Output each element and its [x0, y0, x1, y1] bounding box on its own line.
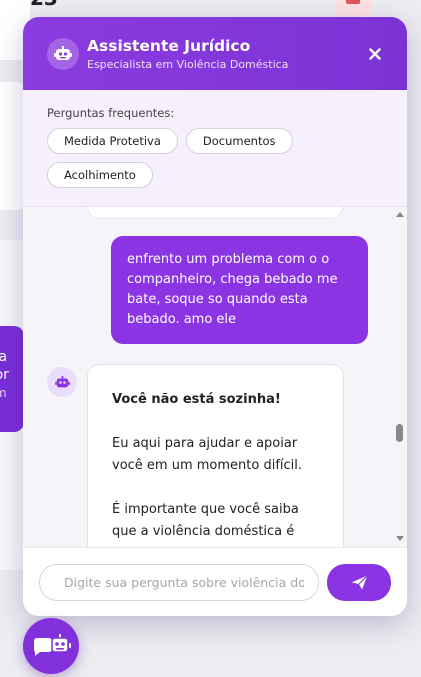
background-card-number: 23 [30, 0, 58, 10]
background-banner-line: crim [0, 386, 7, 400]
faq-chip-acolhimento[interactable]: Acolhimento [47, 162, 153, 188]
background-banner: stra ssor crim [0, 326, 24, 432]
chat-robot-icon [34, 634, 71, 656]
close-button[interactable] [365, 44, 385, 64]
scroll-up-arrow-icon[interactable] [396, 212, 404, 217]
faq-label: Perguntas frequentes: [47, 106, 175, 120]
faq-chip-medida-protetiva[interactable]: Medida Protetiva [47, 128, 178, 154]
robot-icon [47, 37, 79, 70]
send-button[interactable] [327, 563, 391, 601]
message-scrollbar[interactable] [395, 207, 405, 547]
bot-message: Você não está sozinha! Eu aqui para ajud… [87, 364, 344, 547]
bot-message-paragraph: É importante que você saiba que a violên… [112, 502, 299, 547]
user-message: enfrento um problema com o o companheiro… [111, 236, 368, 344]
previous-message-bubble [87, 207, 343, 219]
scroll-down-arrow-icon[interactable] [396, 536, 404, 541]
scroll-thumb[interactable] [396, 424, 403, 442]
message-list[interactable]: enfrento um problema com o o companheiro… [23, 207, 407, 547]
chat-title: Assistente Jurídico [87, 37, 251, 55]
faq-chips: Medida Protetiva Documentos Acolhimento [47, 128, 297, 188]
chat-launcher-button[interactable] [23, 618, 79, 674]
chat-header: Assistente Jurídico Especialista em Viol… [23, 17, 407, 90]
bot-message-paragraph: Eu aqui para ajudar e apoiar você em um … [112, 436, 303, 473]
message-composer [23, 547, 407, 616]
background-banner-line: ssor [0, 367, 9, 383]
chat-window: Assistente Jurídico Especialista em Viol… [23, 17, 407, 616]
bot-message-heading: Você não está sozinha! [112, 392, 281, 407]
faq-chip-documentos[interactable]: Documentos [185, 128, 293, 154]
background-badge [335, 0, 371, 16]
close-icon [369, 47, 381, 60]
paper-plane-icon [351, 574, 368, 589]
chat-subtitle: Especialista em Violência Doméstica [87, 58, 289, 71]
faq-section: Perguntas frequentes: Medida Protetiva D… [23, 90, 407, 207]
background-banner-line: stra [0, 349, 8, 365]
robot-icon [47, 367, 77, 397]
question-input[interactable] [39, 563, 319, 601]
